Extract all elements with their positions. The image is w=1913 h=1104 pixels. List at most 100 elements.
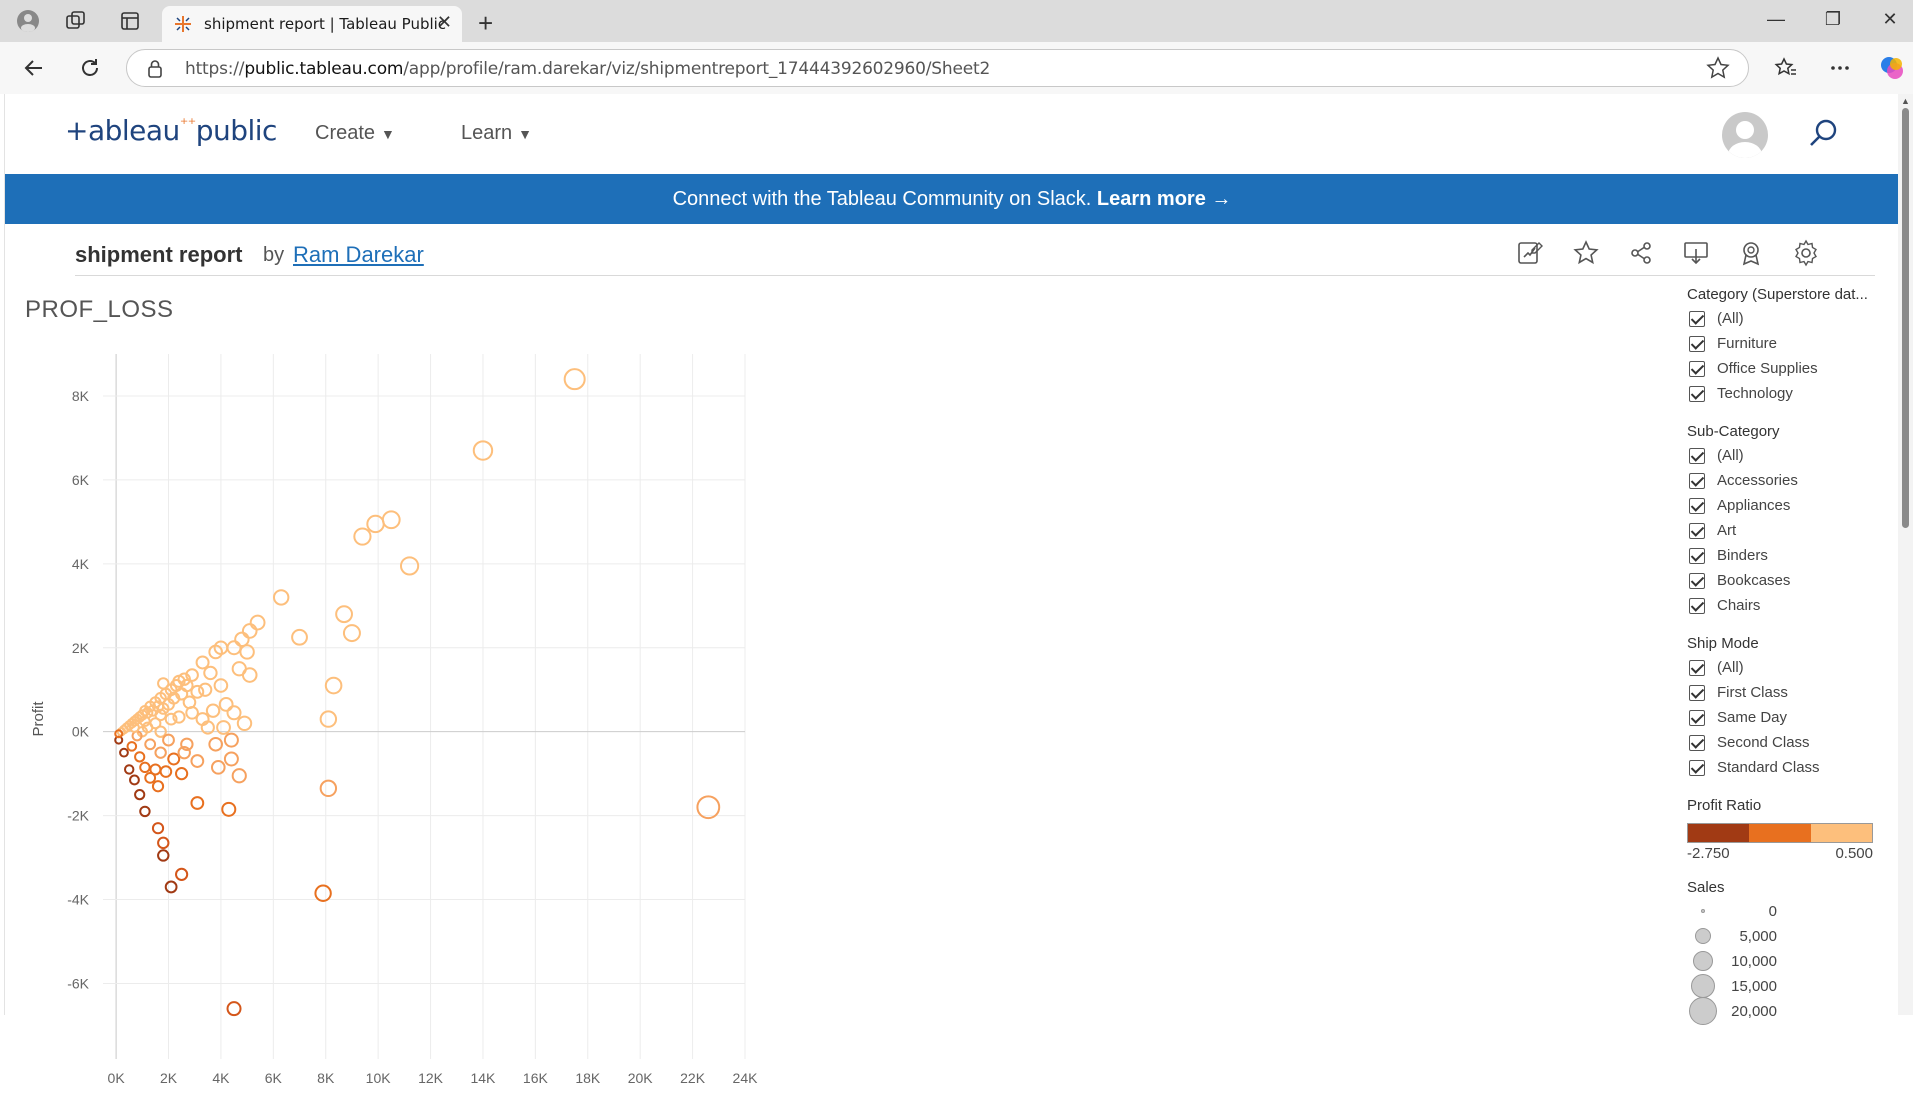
scatter-point[interactable]	[157, 836, 170, 850]
award-icon[interactable]	[1736, 238, 1766, 268]
address-bar[interactable]: https://public.tableau.com/app/profile/r…	[126, 49, 1749, 87]
viz-author-link[interactable]: Ram Darekar	[293, 242, 424, 268]
ship-mode-option[interactable]: First Class	[1687, 680, 1887, 705]
scatter-point[interactable]	[324, 676, 343, 695]
scatter-point[interactable]	[144, 738, 157, 751]
category-option[interactable]: Technology	[1687, 381, 1887, 406]
scatter-point[interactable]	[203, 665, 218, 681]
ship-mode-option[interactable]: Same Day	[1687, 705, 1887, 730]
minimize-button[interactable]: —	[1761, 9, 1791, 30]
nav-learn[interactable]: Learn ▼	[461, 122, 532, 145]
scatter-point[interactable]	[210, 760, 226, 775]
scatter-point[interactable]	[319, 779, 338, 798]
scatter-point[interactable]	[175, 767, 189, 781]
profile-icon[interactable]	[16, 9, 40, 33]
scatter-point[interactable]	[198, 682, 213, 697]
scatter-point[interactable]	[366, 514, 385, 534]
checkbox-checked-icon[interactable]	[1689, 336, 1705, 352]
scatter-point[interactable]	[126, 741, 138, 752]
scatter-point[interactable]	[151, 780, 165, 793]
checkbox-checked-icon[interactable]	[1689, 710, 1705, 726]
scatter-point[interactable]	[149, 763, 162, 776]
scatter-point[interactable]	[218, 697, 234, 712]
subcategory-option[interactable]: Chairs	[1687, 593, 1887, 618]
scatter-point[interactable]	[353, 527, 372, 546]
checkbox-checked-icon[interactable]	[1689, 361, 1705, 377]
scatter-point[interactable]	[223, 732, 239, 748]
scatter-point[interactable]	[182, 695, 197, 710]
checkbox-checked-icon[interactable]	[1689, 660, 1705, 676]
checkbox-checked-icon[interactable]	[1689, 735, 1705, 751]
checkbox-checked-icon[interactable]	[1689, 498, 1705, 514]
edit-viz-icon[interactable]	[1515, 238, 1545, 268]
subcategory-option[interactable]: Art	[1687, 518, 1887, 543]
new-tab-button[interactable]: +	[478, 8, 493, 39]
scatter-point[interactable]	[151, 822, 165, 835]
scatter-point[interactable]	[205, 703, 221, 718]
favorite-star-icon[interactable]	[1706, 56, 1730, 80]
scatter-point[interactable]	[231, 661, 247, 677]
checkbox-checked-icon[interactable]	[1689, 598, 1705, 614]
scatter-point[interactable]	[124, 764, 135, 775]
scatter-point[interactable]	[291, 628, 308, 646]
scatter-chart[interactable]: 0K 2K 4K 6K 8K 10K 12K 14K 16K 18K 20K 22K 24K 8K 6K 4…	[23, 324, 763, 1104]
category-option[interactable]: Furniture	[1687, 331, 1887, 356]
back-arrow-icon[interactable]	[20, 54, 48, 82]
checkbox-checked-icon[interactable]	[1689, 386, 1705, 402]
scatter-point[interactable]	[335, 605, 353, 624]
checkbox-checked-icon[interactable]	[1689, 548, 1705, 564]
checkbox-checked-icon[interactable]	[1689, 523, 1705, 539]
scatter-point[interactable]	[236, 715, 253, 731]
scatter-point[interactable]	[129, 774, 140, 786]
scatter-point[interactable]	[231, 768, 247, 784]
scatter-point[interactable]	[241, 623, 258, 639]
nav-create[interactable]: Create ▼	[315, 122, 395, 145]
scatter-point[interactable]	[164, 880, 178, 894]
scatter-point[interactable]	[319, 710, 338, 728]
checkbox-checked-icon[interactable]	[1689, 685, 1705, 701]
download-icon[interactable]	[1681, 238, 1711, 268]
settings-gear-icon[interactable]	[1791, 238, 1821, 268]
tableau-public-logo[interactable]: +ableau⁺⁺public	[65, 114, 277, 147]
ship-mode-option[interactable]: Standard Class	[1687, 755, 1887, 780]
scatter-point[interactable]	[226, 705, 242, 721]
checkbox-checked-icon[interactable]	[1689, 311, 1705, 327]
browser-tab-active[interactable]: shipment report | Tableau Public ✕	[162, 6, 462, 42]
checkbox-checked-icon[interactable]	[1689, 760, 1705, 776]
favorite-star-icon[interactable]	[1571, 238, 1601, 268]
close-window-button[interactable]: ✕	[1875, 9, 1905, 30]
subcategory-option[interactable]: Binders	[1687, 543, 1887, 568]
lock-icon[interactable]	[147, 59, 163, 79]
vertical-tabs-icon[interactable]	[118, 9, 142, 33]
subcategory-option[interactable]: Bookcases	[1687, 568, 1887, 593]
scatter-point[interactable]	[190, 684, 205, 699]
scatter-point[interactable]	[190, 796, 205, 810]
subcategory-option[interactable]: Accessories	[1687, 468, 1887, 493]
banner-learn-more-link[interactable]: Learn more →	[1097, 188, 1231, 210]
page-scrollbar[interactable]: ▲	[1898, 94, 1913, 1015]
share-icon[interactable]	[1626, 238, 1656, 268]
scatter-point[interactable]	[342, 624, 361, 643]
copilot-icon[interactable]	[1878, 54, 1906, 82]
subcategory-option[interactable]: (All)	[1687, 443, 1887, 468]
scatter-point[interactable]	[134, 751, 146, 763]
scatter-point[interactable]	[167, 752, 181, 766]
scatter-point[interactable]	[696, 795, 721, 820]
scatter-point[interactable]	[190, 754, 205, 768]
scatter-point[interactable]	[154, 746, 167, 759]
scrollbar-thumb[interactable]	[1902, 108, 1909, 528]
avatar[interactable]	[1722, 112, 1768, 158]
scatter-point[interactable]	[208, 736, 223, 752]
checkbox-checked-icon[interactable]	[1689, 573, 1705, 589]
scatter-point[interactable]	[399, 556, 420, 576]
ship-mode-option[interactable]: (All)	[1687, 655, 1887, 680]
scatter-point[interactable]	[272, 589, 290, 606]
scatter-point[interactable]	[139, 805, 151, 818]
scatter-point[interactable]	[175, 867, 189, 881]
scatter-point[interactable]	[249, 614, 266, 631]
scatter-point[interactable]	[223, 751, 239, 767]
workspaces-icon[interactable]	[64, 9, 88, 33]
scatter-point[interactable]	[563, 368, 586, 391]
scatter-point[interactable]	[134, 789, 146, 801]
reload-icon[interactable]	[76, 54, 104, 82]
